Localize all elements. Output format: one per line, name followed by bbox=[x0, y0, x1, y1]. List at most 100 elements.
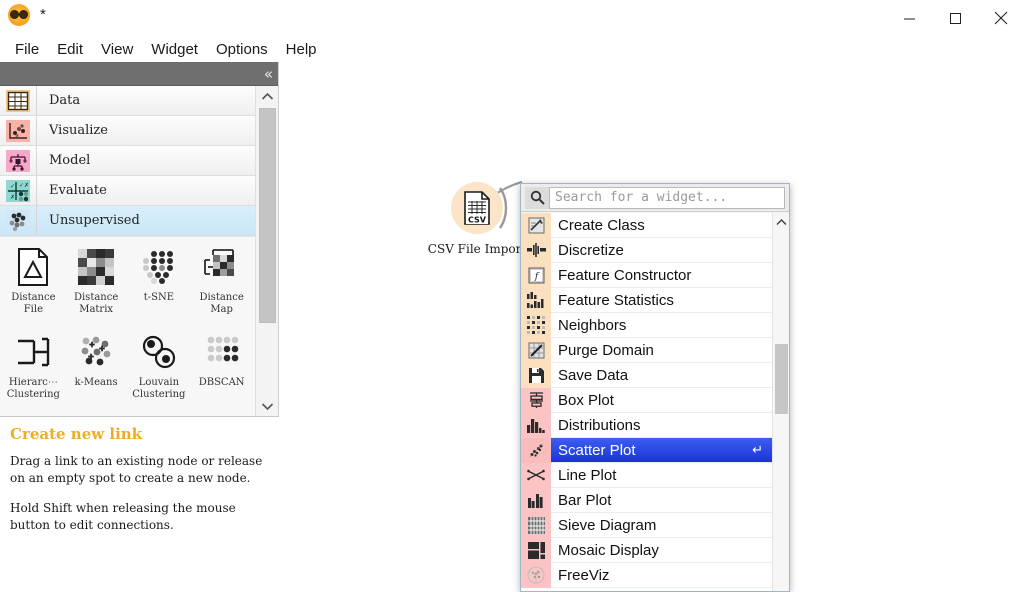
dock-header: « bbox=[0, 62, 278, 86]
list-item-label: Distributions bbox=[558, 416, 641, 434]
widget-louvain-clustering[interactable]: Louvain Clustering bbox=[128, 326, 191, 411]
maximize-icon[interactable] bbox=[932, 0, 978, 36]
list-item-feature-constructor[interactable]: f Feature Constructor bbox=[521, 262, 772, 288]
scatter-plot-icon bbox=[521, 437, 551, 463]
scroll-up-icon[interactable] bbox=[256, 86, 278, 106]
table-icon bbox=[0, 86, 36, 115]
list-item-label: Create Class bbox=[558, 216, 645, 234]
list-item-label: Neighbors bbox=[558, 316, 627, 334]
widget-hierarchical-clustering[interactable]: Hierarc⋯Clustering bbox=[2, 326, 65, 411]
dbscan-icon bbox=[200, 330, 244, 374]
list-item-mosaic-display[interactable]: Mosaic Display bbox=[521, 537, 772, 563]
list-item-label: Sieve Diagram bbox=[558, 516, 657, 534]
widget-distance-matrix[interactable]: Distance Matrix bbox=[65, 241, 128, 326]
list-scrollbar[interactable] bbox=[772, 213, 789, 591]
widget-dock: « Data Visualize Model ✓ ✗ ✓ ✗ Evaluate … bbox=[0, 62, 279, 592]
list-item-sieve-diagram[interactable]: Sieve Diagram bbox=[521, 512, 772, 538]
neighbors-icon bbox=[521, 312, 551, 338]
list-item-bar-plot[interactable]: Bar Plot bbox=[521, 487, 772, 513]
scroll-down-icon[interactable] bbox=[256, 396, 278, 416]
tsne-icon bbox=[137, 245, 181, 289]
scrollbar-thumb[interactable] bbox=[259, 108, 276, 323]
help-title: Create new link bbox=[10, 425, 143, 443]
list-item-purge-domain[interactable]: Purge Domain bbox=[521, 337, 772, 363]
category-model[interactable]: Model bbox=[0, 146, 255, 176]
list-item-label: Discretize bbox=[558, 241, 624, 259]
widget-dbscan[interactable]: DBSCAN bbox=[190, 326, 253, 411]
list-item-save-data[interactable]: Save Data bbox=[521, 362, 772, 388]
widget-label: Distance Map bbox=[199, 292, 244, 315]
collapse-dock-icon[interactable]: « bbox=[264, 64, 273, 84]
distance-file-icon bbox=[11, 245, 55, 289]
scatter-icon bbox=[0, 116, 36, 145]
kmeans-icon bbox=[74, 330, 118, 374]
widget-distance-file[interactable]: Distance File bbox=[2, 241, 65, 326]
list-item-distributions[interactable]: Distributions bbox=[521, 412, 772, 438]
help-panel: Create new link Drag a link to an existi… bbox=[0, 416, 279, 592]
list-item-label: Box Plot bbox=[558, 391, 614, 409]
category-label: Visualize bbox=[36, 116, 255, 145]
bar-plot-icon bbox=[521, 487, 551, 513]
menu-view[interactable]: View bbox=[92, 39, 142, 60]
menu-help[interactable]: Help bbox=[277, 39, 326, 60]
list-item-box-plot[interactable]: Box Plot bbox=[521, 387, 772, 413]
result-rows: Create Class Discretize f Feature Constr… bbox=[521, 213, 772, 588]
menu-edit[interactable]: Edit bbox=[48, 39, 92, 60]
list-item-line-plot[interactable]: Line Plot bbox=[521, 462, 772, 488]
hierarchical-clustering-icon bbox=[11, 330, 55, 374]
widget-tsne[interactable]: t-SNE bbox=[128, 241, 191, 326]
orange-app-logo-icon bbox=[8, 4, 30, 26]
mosaic-display-icon bbox=[521, 537, 551, 563]
category-label: Data bbox=[36, 86, 255, 115]
search-input[interactable] bbox=[549, 186, 785, 209]
list-item-scatter-plot[interactable]: Scatter Plot ↵ bbox=[521, 437, 772, 463]
window-controls bbox=[886, 0, 1024, 36]
list-item-label: Purge Domain bbox=[558, 341, 654, 359]
list-item-feature-statistics[interactable]: Feature Statistics bbox=[521, 287, 772, 313]
list-item-label: Feature Constructor bbox=[558, 266, 692, 284]
scroll-up-icon[interactable] bbox=[773, 213, 789, 230]
list-item-create-class[interactable]: Create Class bbox=[521, 213, 772, 238]
widget-label: Hierarc⋯Clustering bbox=[6, 377, 60, 400]
list-item-label: Feature Statistics bbox=[558, 291, 674, 309]
list-item-freeviz[interactable]: FreeViz bbox=[521, 562, 772, 588]
scrollbar-thumb[interactable] bbox=[775, 344, 788, 414]
category-data[interactable]: Data bbox=[0, 86, 255, 116]
widget-label: t-SNE bbox=[143, 292, 175, 303]
category-visualize[interactable]: Visualize bbox=[0, 116, 255, 146]
list-item-label: Bar Plot bbox=[558, 491, 612, 509]
menu-bar: File Edit View Widget Options Help bbox=[0, 36, 1024, 62]
widget-grid: Distance File Distance Matrix t-SNE Dist… bbox=[0, 236, 255, 416]
menu-widget[interactable]: Widget bbox=[142, 39, 207, 60]
distance-matrix-icon bbox=[74, 245, 118, 289]
category-evaluate[interactable]: ✓ ✗ ✓ ✗ Evaluate bbox=[0, 176, 255, 206]
minimize-icon[interactable] bbox=[886, 0, 932, 36]
louvain-clustering-icon bbox=[137, 330, 181, 374]
save-data-icon bbox=[521, 362, 551, 388]
menu-options[interactable]: Options bbox=[207, 39, 277, 60]
sieve-diagram-icon bbox=[521, 512, 551, 538]
node-output-port[interactable] bbox=[498, 186, 512, 230]
svg-text:✗: ✗ bbox=[10, 194, 15, 201]
feature-constructor-icon: f bbox=[521, 262, 551, 288]
list-item-discretize[interactable]: Discretize bbox=[521, 237, 772, 263]
close-icon[interactable] bbox=[978, 0, 1024, 36]
menu-file[interactable]: File bbox=[6, 39, 48, 60]
tree-icon bbox=[0, 146, 36, 175]
help-paragraph-2: Hold Shift when releasing the mouse butt… bbox=[10, 501, 236, 532]
node-circle[interactable]: CSV bbox=[451, 182, 508, 234]
svg-text:✓: ✓ bbox=[10, 183, 15, 190]
category-unsupervised[interactable]: Unsupervised bbox=[0, 206, 255, 236]
help-paragraph-1: Drag a link to an existing node or relea… bbox=[10, 454, 263, 485]
category-list: Data Visualize Model ✓ ✗ ✓ ✗ Evaluate Un… bbox=[0, 86, 255, 236]
list-item-neighbors[interactable]: Neighbors bbox=[521, 312, 772, 338]
create-class-icon bbox=[521, 213, 551, 238]
dock-scrollbar[interactable] bbox=[255, 86, 278, 416]
widget-kmeans[interactable]: k-Means bbox=[65, 326, 128, 411]
window-title: * bbox=[40, 6, 46, 23]
widget-label: Louvain Clustering bbox=[132, 377, 186, 400]
widget-distance-map[interactable]: Distance Map bbox=[190, 241, 253, 326]
distributions-icon bbox=[521, 412, 551, 438]
widget-label: Distance Matrix bbox=[73, 292, 119, 315]
freeviz-icon bbox=[521, 562, 551, 588]
